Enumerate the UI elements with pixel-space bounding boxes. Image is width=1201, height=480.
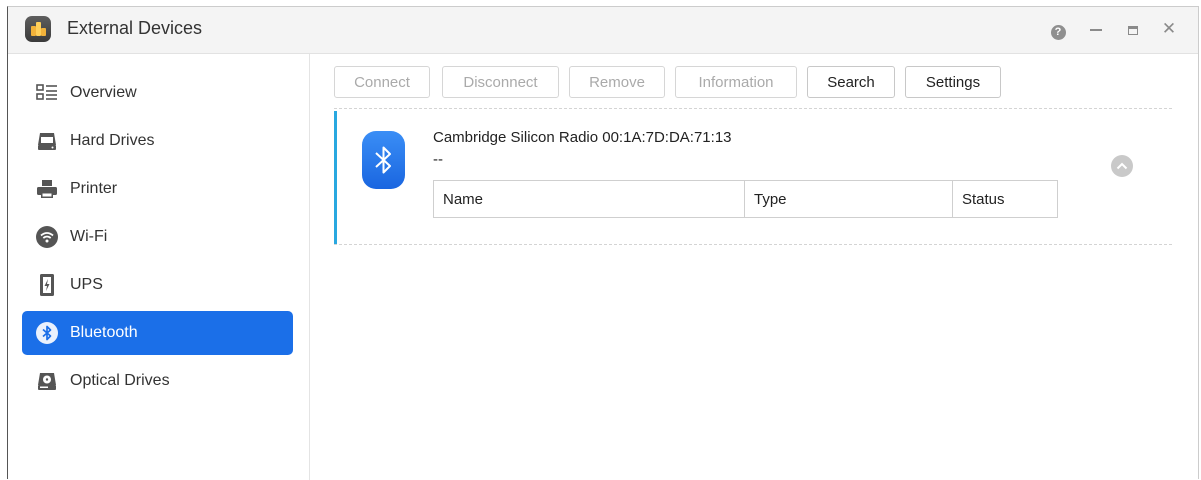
title-bar: External Devices ? ✕ [8,7,1198,54]
device-card[interactable]: Cambridge Silicon Radio 00:1A:7D:DA:71:1… [334,111,1172,244]
bluetooth-icon [362,131,405,189]
sidebar-item-optical-drives[interactable]: Optical Drives [22,359,293,403]
divider-bottom [334,244,1172,245]
remove-button[interactable]: Remove [569,66,665,98]
sidebar: Overview Hard Drives Printer Wi-Fi UPS B… [8,54,310,480]
information-button[interactable]: Information [675,66,797,98]
sidebar-item-printer[interactable]: Printer [22,167,293,211]
sidebar-item-label: Bluetooth [70,324,138,341]
services-table-header: Name Type Status [433,180,1058,218]
column-header-type[interactable]: Type [745,181,953,217]
help-icon[interactable]: ? [1048,19,1068,40]
device-subtitle: -- [433,151,443,168]
sidebar-item-bluetooth[interactable]: Bluetooth [22,311,293,355]
bluetooth-icon [35,321,59,345]
search-button[interactable]: Search [807,66,895,98]
disconnect-button[interactable]: Disconnect [442,66,559,98]
hard-drive-icon [35,129,59,153]
column-header-name[interactable]: Name [434,181,745,217]
sidebar-item-label: Hard Drives [70,132,155,149]
selection-accent-bar [334,111,337,244]
printer-icon [35,177,59,201]
maximize-icon[interactable] [1123,19,1143,39]
collapse-icon[interactable] [1111,155,1133,177]
sidebar-item-label: UPS [70,276,103,293]
sidebar-item-label: Optical Drives [70,372,170,389]
external-devices-window: External Devices ? ✕ Overview Hard Drive… [7,6,1199,480]
sidebar-item-hard-drives[interactable]: Hard Drives [22,119,293,163]
wifi-icon [35,225,59,249]
device-name: Cambridge Silicon Radio 00:1A:7D:DA:71:1… [433,129,732,146]
sidebar-item-overview[interactable]: Overview [22,71,293,115]
sidebar-item-label: Overview [70,84,137,101]
connect-button[interactable]: Connect [334,66,430,98]
minimize-icon[interactable] [1086,19,1106,39]
window-title: External Devices [67,18,203,38]
column-header-status[interactable]: Status [953,181,1057,217]
overview-icon [35,81,59,105]
optical-drive-icon [35,369,59,393]
close-icon[interactable]: ✕ [1159,19,1179,39]
ups-icon [35,273,59,297]
sidebar-item-wifi[interactable]: Wi-Fi [22,215,293,259]
sidebar-item-label: Wi-Fi [70,228,108,245]
settings-button[interactable]: Settings [905,66,1001,98]
sidebar-item-ups[interactable]: UPS [22,263,293,307]
app-icon [25,16,51,42]
divider-top [334,108,1172,109]
sidebar-item-label: Printer [70,180,118,197]
